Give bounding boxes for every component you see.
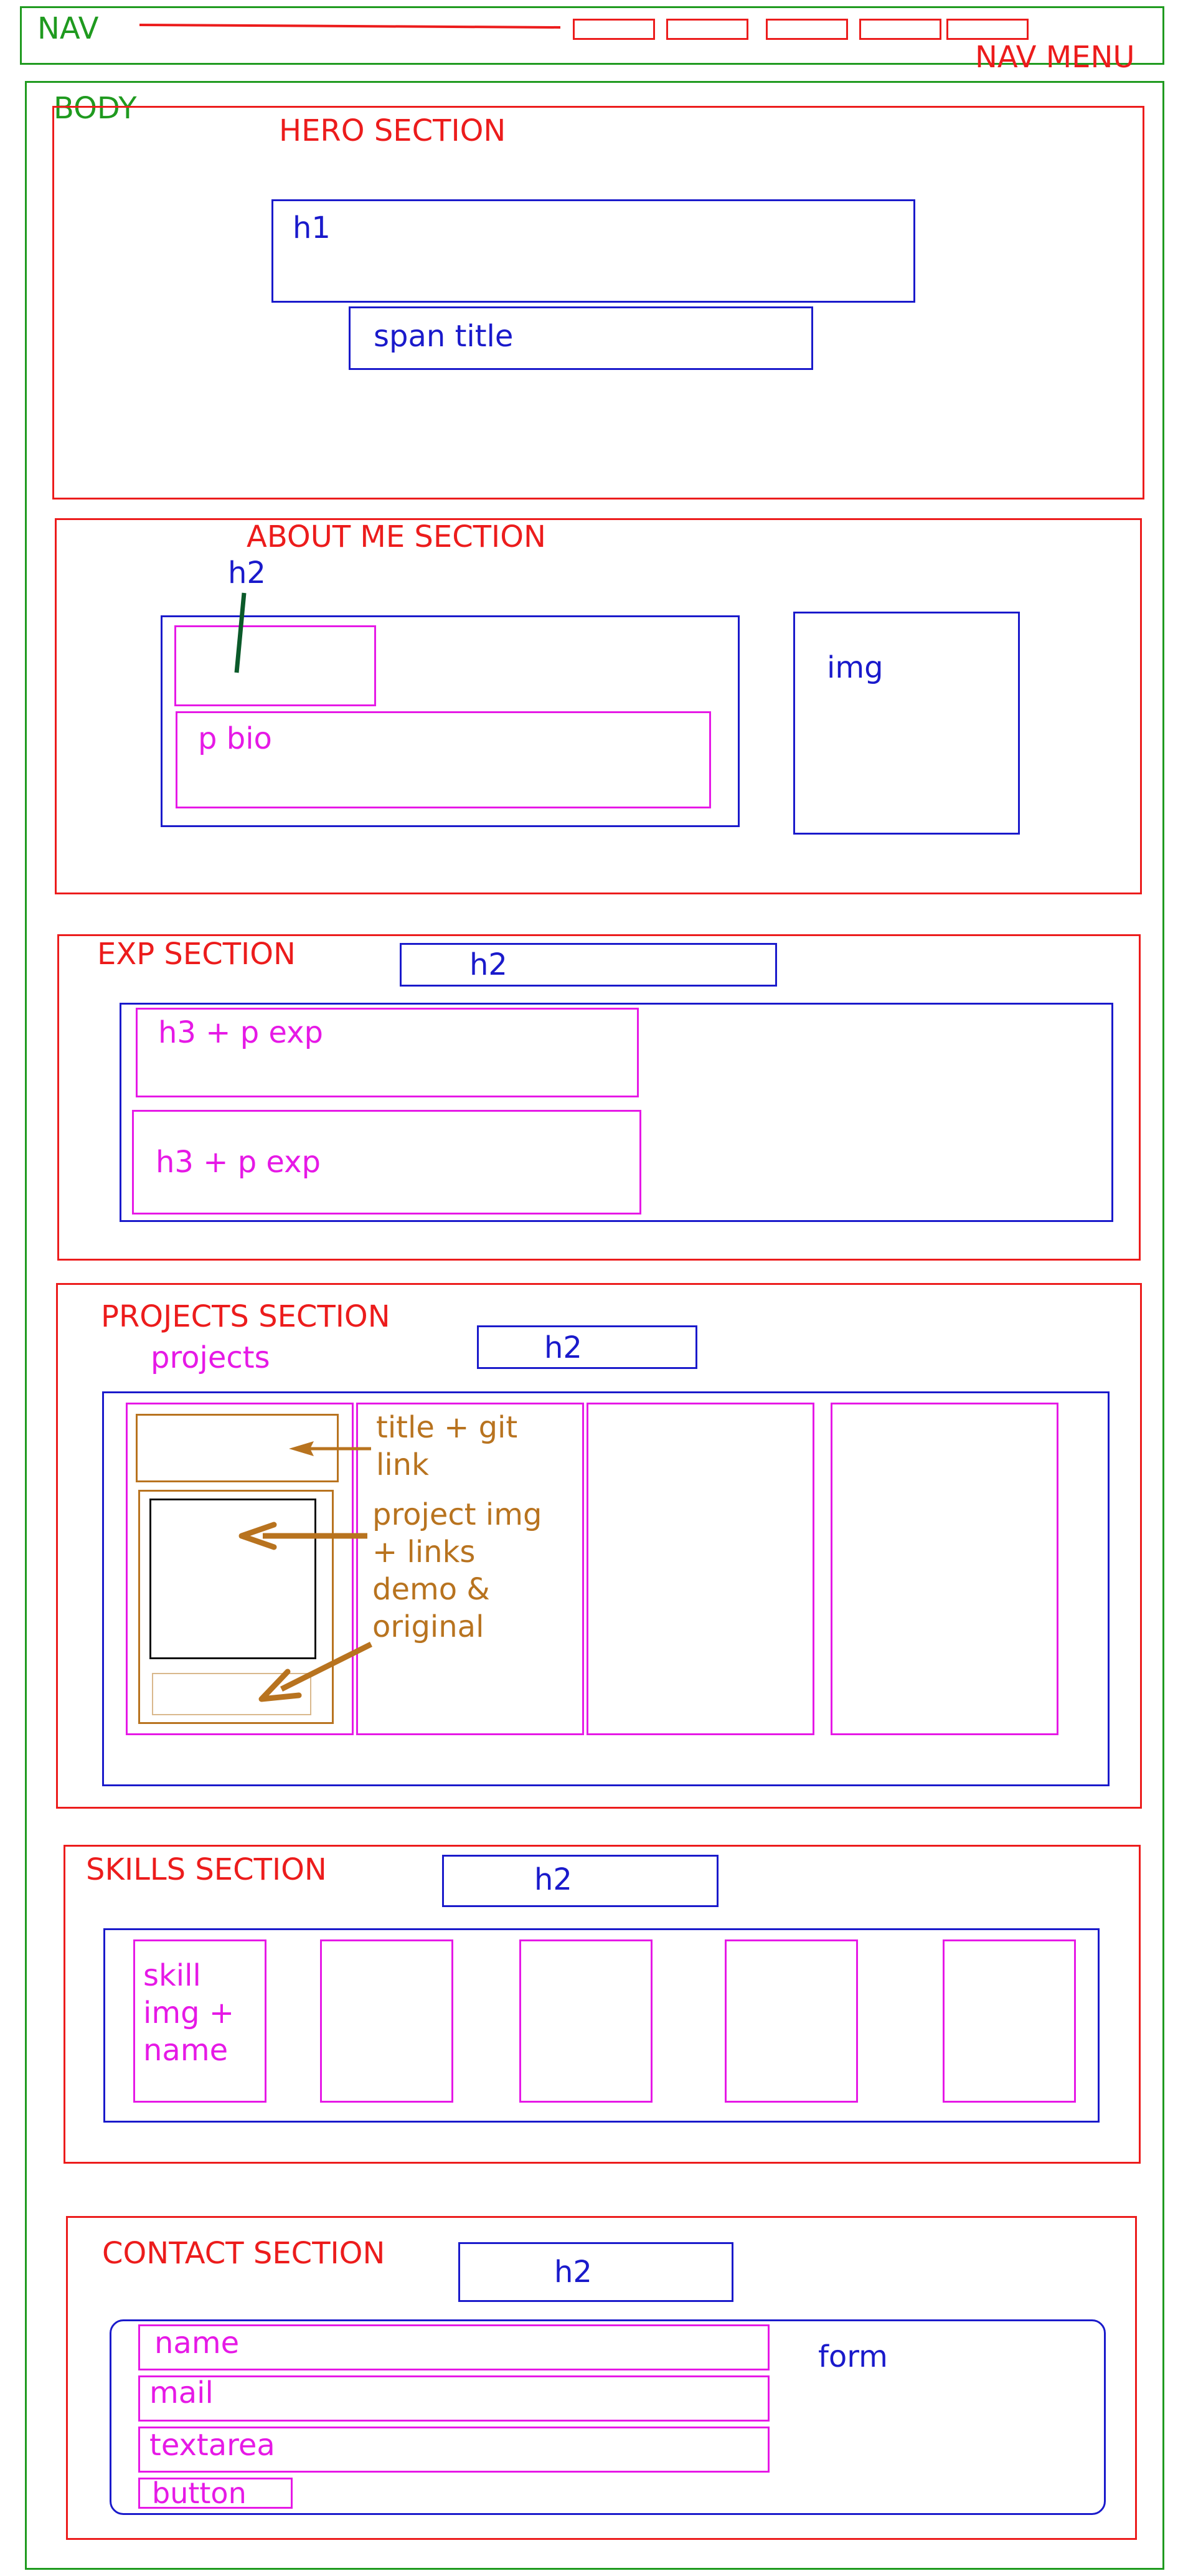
project-links-arrow [258, 1641, 373, 1702]
project-img-arrow [238, 1522, 367, 1550]
title-git-arrow [289, 1441, 371, 1456]
about-h2-pointer-line [234, 592, 247, 673]
annotation-overlay [139, 24, 561, 1702]
nav-pointer-line [139, 24, 561, 29]
